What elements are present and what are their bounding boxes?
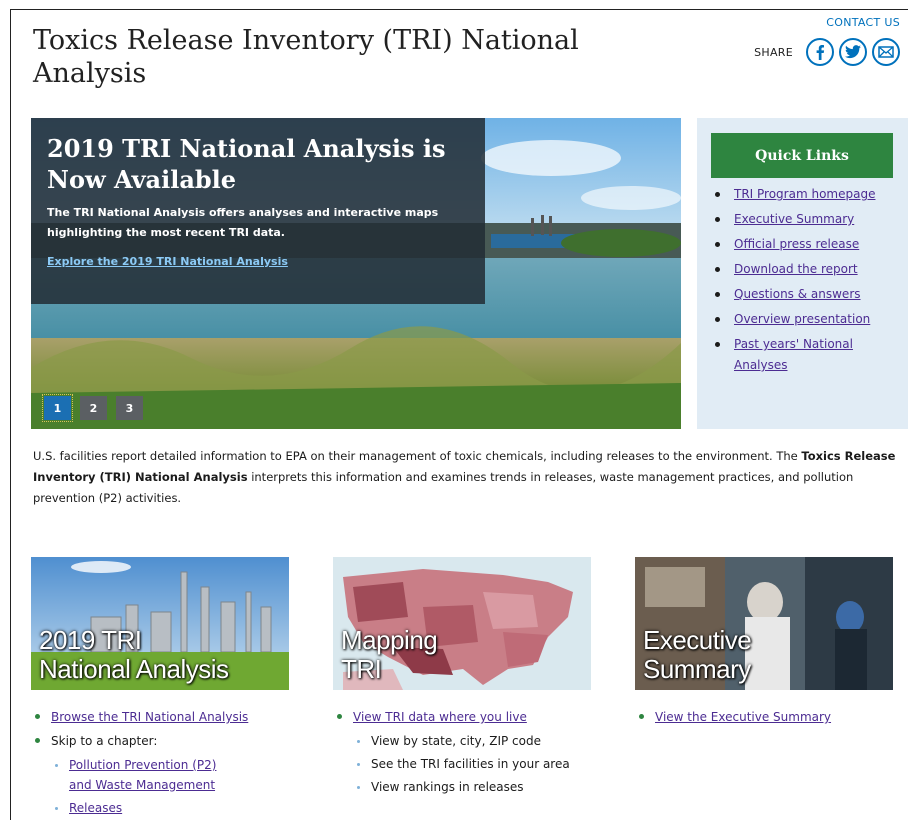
list-item: TRI Program homepage [711, 184, 893, 205]
hero-caption-box: 2019 TRI National Analysis is Now Availa… [31, 118, 485, 304]
carousel-page-1[interactable]: 1 [42, 394, 73, 422]
carousel-page-3[interactable]: 3 [116, 396, 143, 420]
view-tri-data-link[interactable]: View TRI data where you live [353, 710, 527, 724]
mapping-card-image[interactable]: Mapping TRI [333, 557, 591, 690]
analysis-card-title-line2: National Analysis [39, 654, 229, 684]
mapping-links: View TRI data where you live View by sta… [333, 709, 603, 805]
quick-link-tri-program[interactable]: TRI Program homepage [734, 187, 875, 201]
list-item: View the Executive Summary [635, 709, 900, 725]
quick-link-past-years[interactable]: Past years' National Analyses [734, 337, 853, 372]
quick-links-list: TRI Program homepage Executive Summary O… [711, 184, 893, 376]
mapping-card-title-line2: TRI [341, 654, 382, 684]
page-title: Toxics Release Inventory (TRI) National … [33, 25, 579, 89]
quick-link-download-report[interactable]: Download the report [734, 262, 858, 276]
analysis-card-title-line1: 2019 TRI [39, 625, 142, 655]
mapping-card-title-line1: Mapping [341, 625, 438, 655]
intro-text-1: U.S. facilities report detailed informat… [33, 449, 802, 463]
executive-card-title-line2: Summary [643, 654, 751, 684]
list-item: Download the report [711, 259, 893, 280]
hero-carousel: 2019 TRI National Analysis is Now Availa… [31, 118, 681, 429]
executive-links: View the Executive Summary [635, 709, 900, 733]
list-item: View rankings in releases [353, 777, 603, 797]
view-executive-summary-link[interactable]: View the Executive Summary [655, 710, 831, 724]
analysis-card-title: 2019 TRI National Analysis [39, 626, 229, 684]
list-item: View TRI data where you live View by sta… [333, 709, 603, 797]
list-item: Skip to a chapter: Pollution Prevention … [31, 733, 301, 818]
carousel-page-2[interactable]: 2 [80, 396, 107, 420]
list-item: See the TRI facilities in your area [353, 754, 603, 774]
list-item: Browse the TRI National Analysis [31, 709, 301, 725]
browse-analysis-link[interactable]: Browse the TRI National Analysis [51, 710, 248, 724]
list-item: Executive Summary [711, 209, 893, 230]
chapter-list: Pollution Prevention (P2) and Waste Mana… [51, 755, 301, 818]
mapping-sublist: View by state, city, ZIP code See the TR… [353, 731, 603, 797]
facebook-icon[interactable] [806, 38, 834, 66]
list-item: Releases [51, 798, 301, 818]
explore-analysis-link[interactable]: Explore the 2019 TRI National Analysis [47, 255, 469, 268]
analysis-links: Browse the TRI National Analysis Skip to… [31, 709, 301, 820]
contact-us-link[interactable]: CONTACT US [826, 16, 900, 29]
executive-card-image[interactable]: Executive Summary [635, 557, 893, 690]
chapter-p2-link[interactable]: Pollution Prevention (P2) and Waste Mana… [69, 758, 216, 792]
list-item: Overview presentation [711, 309, 893, 330]
mapping-card-title: Mapping TRI [341, 625, 438, 684]
list-item: View by state, city, ZIP code [353, 731, 603, 751]
executive-card-title-line1: Executive [643, 625, 752, 655]
chapter-releases-link[interactable]: Releases [69, 801, 122, 815]
quick-links-heading: Quick Links [711, 133, 893, 178]
carousel-pager: 1 2 3 [42, 394, 143, 422]
analysis-card-image[interactable]: 2019 TRI National Analysis [31, 557, 289, 690]
hero-description: The TRI National Analysis offers analyse… [47, 206, 439, 239]
intro-paragraph: U.S. facilities report detailed informat… [33, 446, 903, 509]
quick-link-questions[interactable]: Questions & answers [734, 287, 861, 301]
share-label: SHARE [754, 45, 793, 59]
email-icon[interactable] [872, 38, 900, 66]
share-bar: SHARE [754, 38, 900, 66]
quick-link-press-release[interactable]: Official press release [734, 237, 859, 251]
quick-link-overview[interactable]: Overview presentation [734, 312, 870, 326]
quick-links-panel: Quick Links TRI Program homepage Executi… [697, 118, 908, 429]
list-item: Official press release [711, 234, 893, 255]
list-item: Pollution Prevention (P2) and Waste Mana… [51, 755, 231, 795]
executive-card-title: Executive Summary [643, 625, 752, 684]
quick-link-executive-summary[interactable]: Executive Summary [734, 212, 854, 226]
list-item: Questions & answers [711, 284, 893, 305]
hero-heading: 2019 TRI National Analysis is Now Availa… [47, 134, 446, 194]
skip-chapter-label: Skip to a chapter: [51, 734, 158, 748]
list-item: Past years' National Analyses [711, 334, 893, 376]
twitter-icon[interactable] [839, 38, 867, 66]
